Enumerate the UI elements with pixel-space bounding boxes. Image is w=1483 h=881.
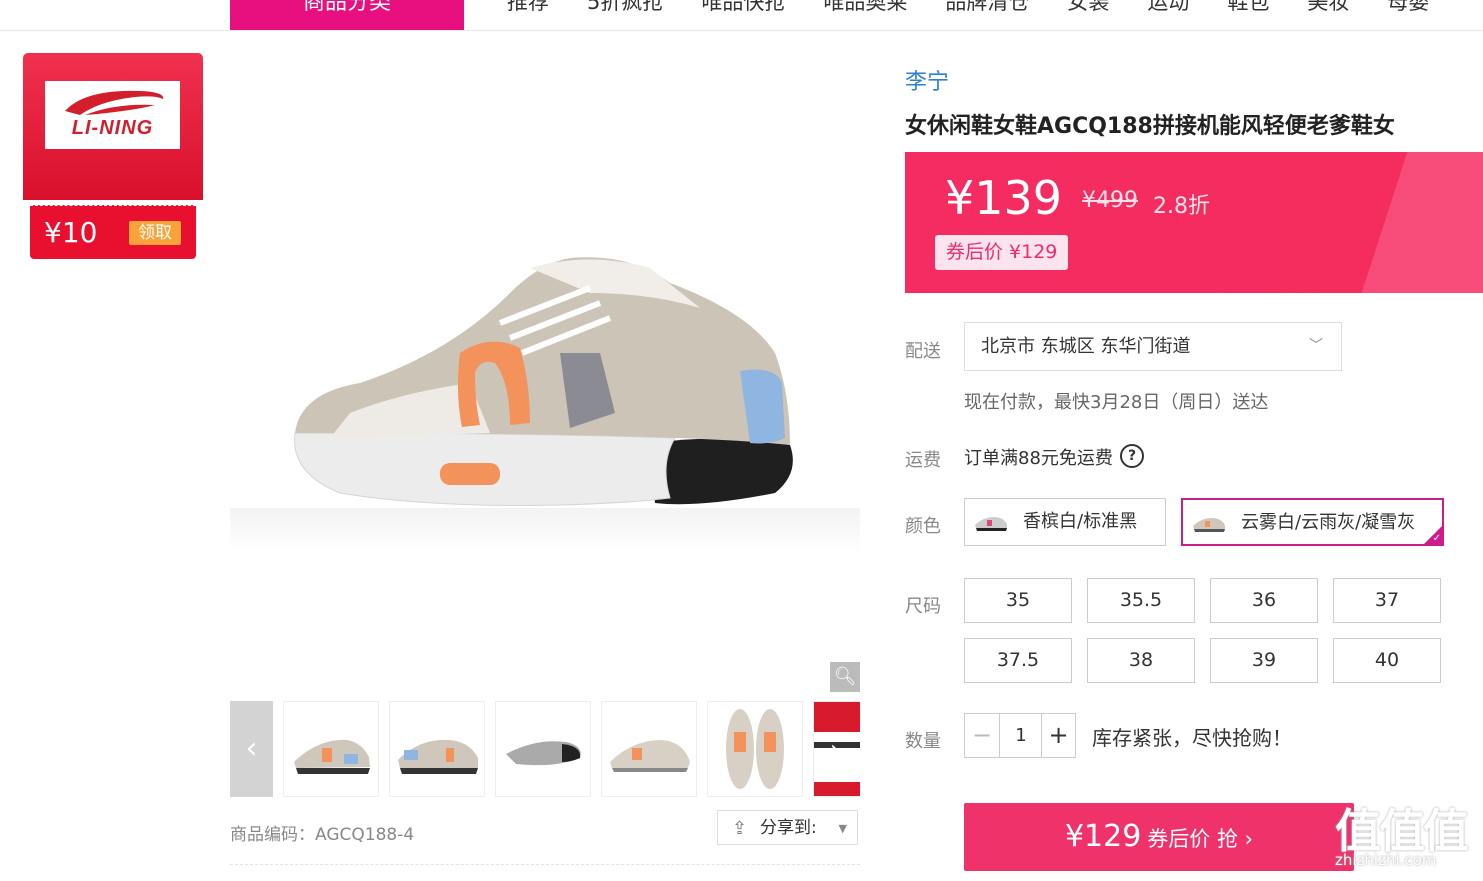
color-option-selected[interactable]: 云雾白/云雨灰/凝雪灰 ✓	[1181, 498, 1444, 546]
caret-down-icon: ▼	[838, 822, 847, 835]
share-button[interactable]: ⇪ 分享到: ▼	[717, 810, 858, 845]
site-watermark: 值值值 zhizhizhi.com	[1335, 795, 1483, 881]
nav-item[interactable]: 唯品奥莱	[823, 0, 907, 14]
thumbnail[interactable]	[495, 701, 591, 797]
magnifier-icon[interactable]: 🔍︎	[830, 662, 860, 692]
brand-logo: LI-NING	[45, 81, 180, 149]
nav-item[interactable]: 运动	[1147, 0, 1189, 14]
price-decoration	[1355, 152, 1483, 293]
buy-button-price: ¥129	[1064, 819, 1142, 854]
coupon-header: LI-NING	[23, 53, 203, 200]
shoe-top-image	[726, 709, 784, 789]
product-sku-code: 商品编码：AGCQ188-4	[230, 825, 415, 845]
delivery-estimate: 现在付款，最快3月28日（周日）送达	[964, 392, 1269, 413]
main-product-image[interactable]	[230, 53, 860, 690]
buy-button[interactable]: ¥129 券后价 抢 ›	[964, 803, 1354, 871]
size-option[interactable]: 38	[1087, 638, 1195, 683]
size-option[interactable]: 35	[964, 578, 1072, 623]
freight-text: 订单满88元免运费	[964, 448, 1113, 469]
nav-item[interactable]: 美妆	[1307, 0, 1349, 14]
size-option[interactable]: 37.5	[964, 638, 1072, 683]
size-label: 尺码	[905, 596, 941, 617]
freight-label: 运费	[905, 450, 941, 471]
nav-item[interactable]: 推荐	[507, 0, 549, 14]
size-option[interactable]: 37	[1333, 578, 1441, 623]
quantity-increase-button[interactable]: +	[1041, 714, 1075, 757]
nav-items: 推荐 5折疯抢 唯品快抢 唯品奥莱 品牌清仓 女装 运动 鞋包 美妆 母婴	[507, 0, 1467, 30]
shoe-sole-image	[506, 741, 581, 766]
thumbnail[interactable]	[707, 701, 803, 797]
price-panel: ¥139 ¥499 2.8折 券后价 ¥129	[905, 152, 1483, 293]
color-option-label: 云雾白/云雨灰/凝雪灰	[1241, 512, 1416, 533]
color-option[interactable]: 香槟白/标准黑	[964, 498, 1166, 546]
chevron-left-icon[interactable]: ‹	[230, 701, 273, 797]
help-icon[interactable]: ?	[1120, 444, 1144, 468]
color-option-label: 香槟白/标准黑	[1023, 511, 1138, 532]
address-select[interactable]: 北京市 东城区 东华门街道 ﹀	[964, 322, 1342, 371]
quantity-stepper: − 1 +	[964, 713, 1076, 758]
li-ning-swoosh-icon	[65, 90, 164, 115]
stock-warning: 库存紧张，尽快抢购！	[1092, 726, 1292, 750]
chevron-down-icon: ﹀	[1309, 338, 1323, 354]
color-swatch-image	[975, 517, 1007, 531]
top-nav: 商品分类 推荐 5折疯抢 唯品快抢 唯品奥莱 品牌清仓 女装 运动 鞋包 美妆 …	[0, 0, 1483, 31]
thumbnail[interactable]	[601, 701, 697, 797]
original-price: ¥499	[1082, 188, 1138, 213]
thumbnail-strip	[283, 701, 860, 797]
quantity-label: 数量	[905, 731, 941, 752]
category-menu-button[interactable]: 商品分类	[230, 0, 464, 30]
size-option[interactable]: 39	[1210, 638, 1318, 683]
product-title: 女休闲鞋女鞋AGCQ188拼接机能风轻便老爹鞋女	[905, 114, 1395, 139]
size-option[interactable]: 35.5	[1087, 578, 1195, 623]
after-coupon-price: 券后价 ¥129	[935, 235, 1069, 270]
size-option[interactable]: 40	[1333, 638, 1441, 683]
nav-item[interactable]: 品牌清仓	[945, 0, 1029, 14]
color-swatch-image	[1193, 518, 1225, 532]
address-value: 北京市 东城区 东华门街道	[981, 336, 1191, 357]
brand-link[interactable]: 李宁	[905, 64, 949, 96]
size-option[interactable]: 36	[1210, 578, 1318, 623]
coupon-amount: ¥10	[44, 216, 98, 249]
claim-coupon-button[interactable]: 领取	[129, 221, 181, 245]
brand-coupon[interactable]: LI-NING ¥10 领取	[23, 53, 203, 259]
nav-item[interactable]: 女装	[1067, 0, 1109, 14]
check-icon: ✓	[1432, 533, 1441, 544]
nav-item[interactable]: 5折疯抢	[587, 0, 663, 14]
nav-item[interactable]: 母婴	[1387, 0, 1429, 14]
thumbnail[interactable]	[283, 701, 379, 797]
buy-button-label: 券后价 抢 ›	[1147, 827, 1254, 851]
shoe-thumb-image	[610, 740, 690, 772]
chevron-right-icon[interactable]: ›	[820, 730, 850, 770]
nav-item[interactable]: 鞋包	[1227, 0, 1269, 14]
discount-label: 2.8折	[1153, 194, 1210, 219]
nav-item[interactable]: 唯品快抢	[701, 0, 785, 14]
divider	[230, 864, 860, 865]
share-icon: ⇪	[732, 818, 748, 839]
quantity-decrease-button[interactable]: −	[965, 714, 1000, 757]
delivery-label: 配送	[905, 341, 941, 362]
color-label: 颜色	[905, 516, 941, 537]
shoe-image	[230, 257, 860, 553]
quantity-input[interactable]: 1	[1000, 714, 1042, 757]
brand-logo-text: LI-NING	[71, 117, 154, 139]
shoe-thumb-image	[398, 739, 478, 774]
coupon-footer: ¥10 领取	[30, 205, 196, 259]
share-label: 分享到:	[760, 818, 817, 838]
shoe-thumb-image	[294, 739, 370, 774]
current-price: ¥139	[945, 171, 1063, 225]
thumbnail[interactable]	[389, 701, 485, 797]
watermark-url: zhizhizhi.com	[1335, 851, 1437, 869]
